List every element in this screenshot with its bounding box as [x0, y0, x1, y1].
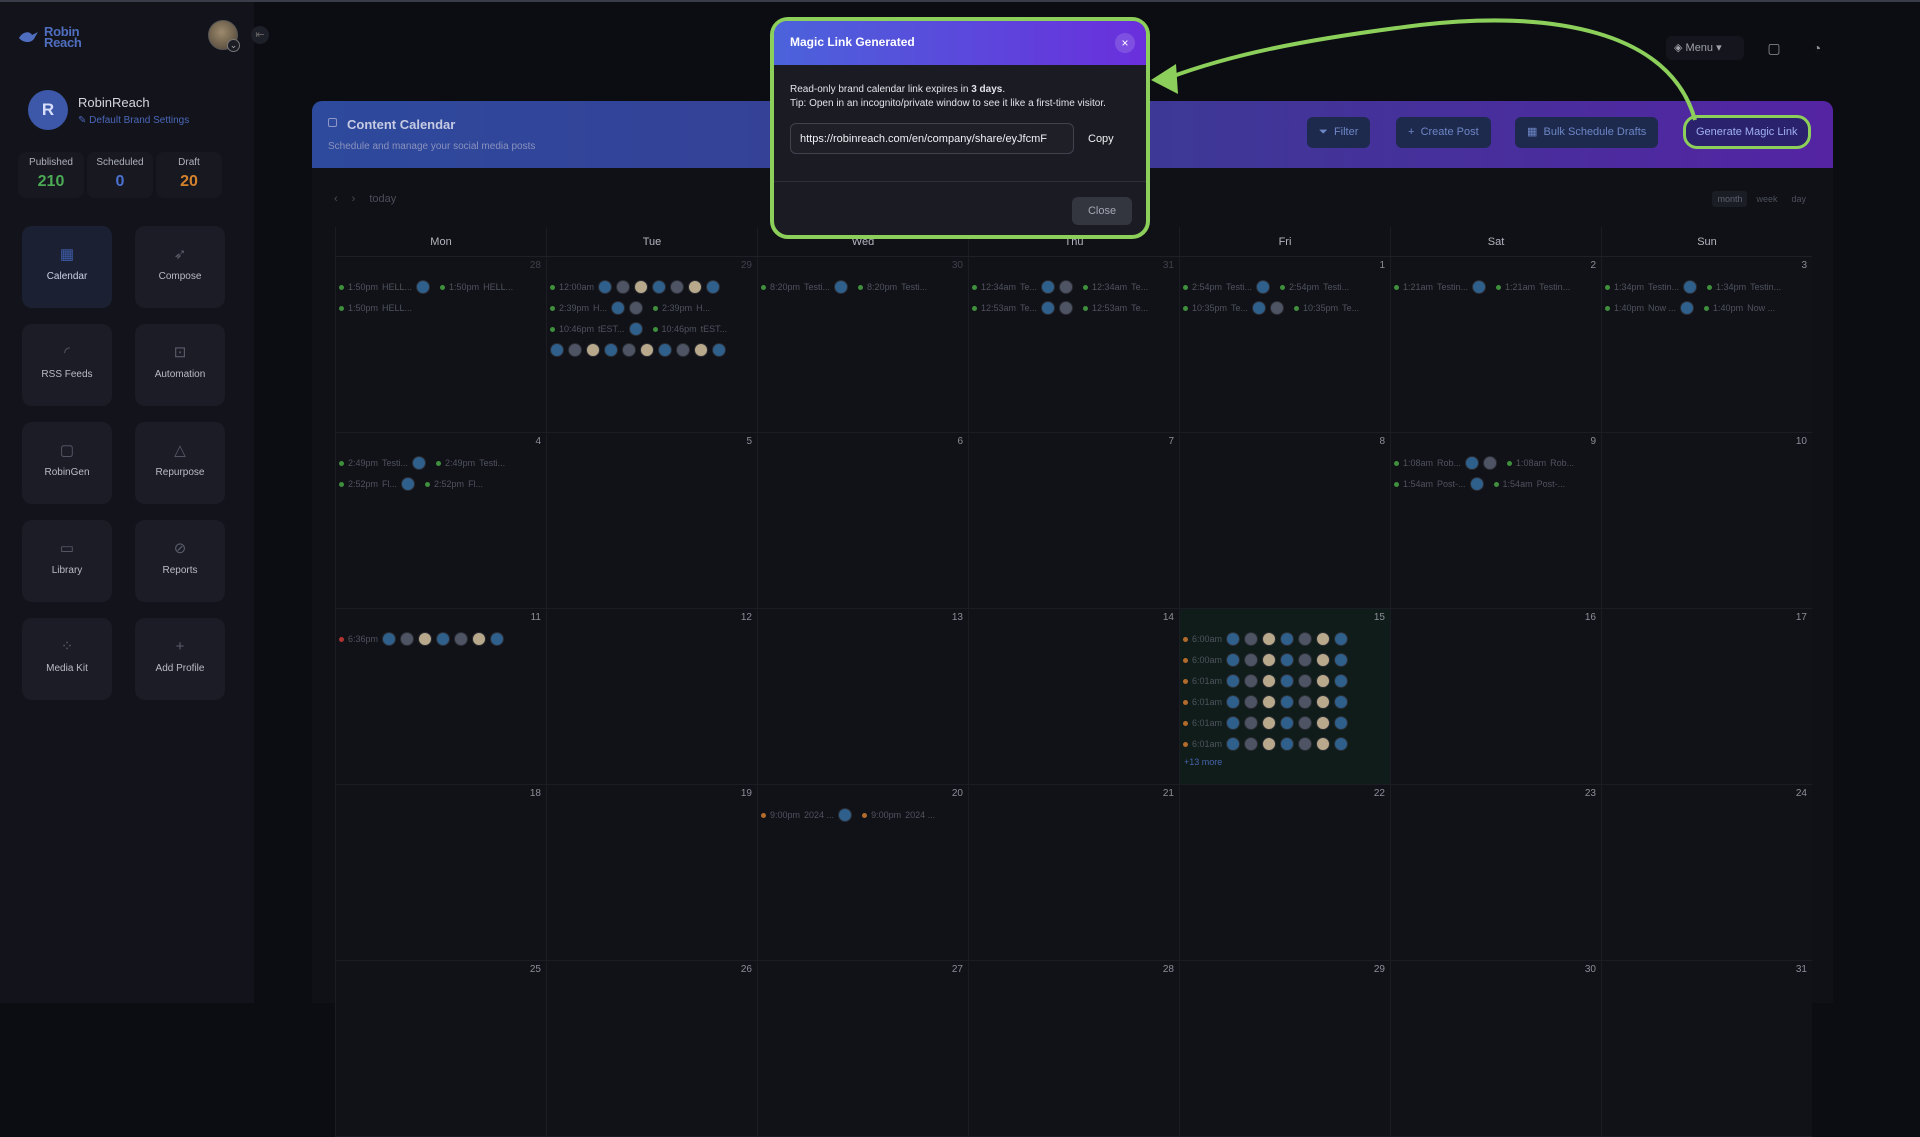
expiry-text: Read-only brand calendar link expires in… — [790, 83, 1130, 97]
expiry-text-pre: Read-only brand calendar link expires in — [790, 84, 972, 95]
expiry-duration: 3 days — [971, 84, 1003, 95]
tip-text: Tip: Open in an incognito/private window… — [790, 98, 1106, 109]
modal-header: Magic Link Generated × — [774, 21, 1146, 65]
magic-link-modal: Magic Link Generated × Read-only brand c… — [770, 17, 1150, 239]
copy-button[interactable]: Copy — [1088, 132, 1114, 146]
close-button[interactable]: Close — [1072, 197, 1132, 225]
modal-title: Magic Link Generated — [790, 35, 915, 49]
magic-link-field[interactable] — [790, 123, 1074, 154]
expiry-text-post: . — [1002, 84, 1006, 95]
modal-body: Read-only brand calendar link expires in… — [774, 65, 1146, 154]
close-icon[interactable]: × — [1115, 33, 1135, 53]
link-row: Copy — [790, 123, 1130, 154]
modal-footer: Close — [774, 181, 1146, 225]
